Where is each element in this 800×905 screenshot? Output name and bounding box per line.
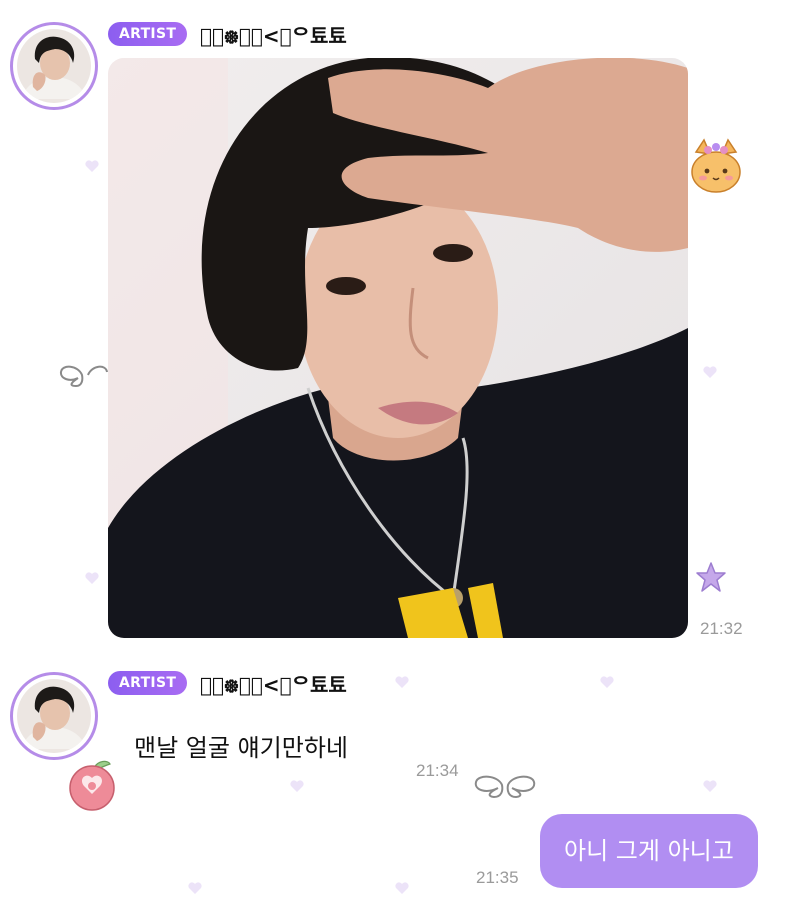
message-photo[interactable] xyxy=(108,58,688,638)
profile-photo-image xyxy=(17,29,91,103)
my-message-bubble[interactable]: 아니 그게 아니고 xyxy=(540,814,758,888)
selfie-image xyxy=(108,58,688,638)
artist-badge: ARTIST xyxy=(108,22,188,46)
wings-decoration-icon xyxy=(59,365,108,388)
heart-decoration-icon xyxy=(395,882,409,894)
heart-decoration-icon xyxy=(85,160,99,172)
heart-decoration-icon xyxy=(290,780,304,792)
heart-decoration-icon xyxy=(703,780,717,792)
star-sticker-icon xyxy=(696,562,726,592)
peach-sticker-icon xyxy=(69,760,115,811)
message-text[interactable]: 맨날 얼굴 얘기만하네 xyxy=(134,728,348,763)
artist-nickname[interactable]: ᄋ᳟᪥ᦟ᳟<᳟ᄋ툐툐 xyxy=(200,669,347,703)
heart-decoration-icon xyxy=(600,676,614,688)
heart-decoration-icon xyxy=(395,676,409,688)
artist-nickname[interactable]: ᄋ᳟᪥ᦟ᳟<᳟ᄋ툐툐 xyxy=(200,20,347,54)
wings-decoration-icon xyxy=(474,775,536,799)
heart-decoration-icon xyxy=(85,572,99,584)
heart-decoration-icon xyxy=(188,882,202,894)
profile-photo-image xyxy=(17,679,91,753)
message-time: 21:34 xyxy=(416,761,459,780)
heart-decoration-icon xyxy=(703,366,717,378)
artist-avatar[interactable] xyxy=(10,672,98,760)
message-time: 21:32 xyxy=(700,619,743,638)
fox-sticker-icon xyxy=(691,138,741,193)
my-message-time: 21:35 xyxy=(476,868,519,887)
artist-badge: ARTIST xyxy=(108,671,188,695)
artist-avatar[interactable] xyxy=(10,22,98,110)
